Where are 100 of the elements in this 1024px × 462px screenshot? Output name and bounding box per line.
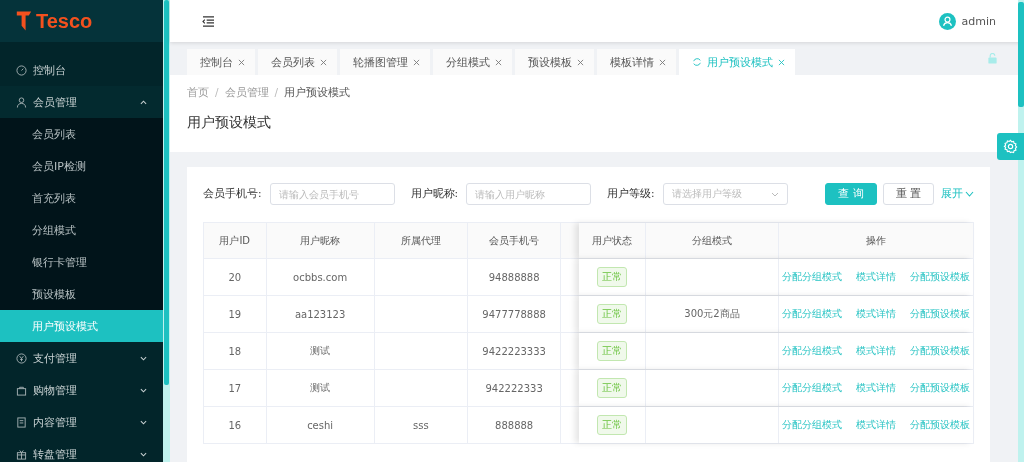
breadcrumb-item[interactable]: 首页 [187,86,209,100]
caret-icon [140,99,147,105]
gift-icon [16,448,27,460]
tab[interactable]: 控制台 [187,49,255,75]
table-cell: 20 [204,259,267,295]
tab[interactable]: 用户预设模式 [679,49,795,75]
action-link[interactable]: 分配分组模式 [782,381,842,395]
action-link[interactable]: 模式详情 [856,344,896,358]
column-header: 操作 [865,233,887,248]
tab[interactable]: 轮播图管理 [340,49,430,75]
action-link[interactable]: 分配分组模式 [782,344,842,358]
sidebar-item[interactable]: 会员管理 [0,86,163,118]
search-button[interactable]: 查 询 [825,183,877,205]
select-field[interactable]: 请选择用户等级 [662,183,788,205]
sidebar-subitem[interactable]: 用户预设模式 [0,310,163,342]
user-icon [16,96,27,108]
sidebar-item[interactable]: 内容管理 [0,406,163,438]
column-header: 用户ID [204,223,267,258]
table-cell: 测试 [266,333,375,369]
close-icon[interactable] [238,58,245,66]
close-icon[interactable] [413,58,420,66]
avatar-icon[interactable] [938,12,956,30]
sidebar-item[interactable]: 支付管理 [0,342,163,374]
action-link[interactable]: 模式详情 [856,307,896,321]
menu-fold-icon[interactable] [202,15,215,27]
gauge-icon [16,64,27,76]
table-cell: 17 [204,370,267,406]
sidebar-item[interactable]: 转盘管理 [0,438,163,462]
tab[interactable]: 模板详情 [597,49,676,75]
input-field[interactable]: 请输入会员手机号 [269,183,395,205]
yen-icon [16,352,27,364]
chevron-down-icon [965,191,974,197]
caret-icon [140,355,147,361]
page-title: 用户预设模式 [187,114,272,132]
table-cell: 19 [204,296,267,332]
table-cell: aa123123 [266,296,375,332]
status-tag: 正常 [597,304,627,324]
logo-icon [16,10,32,32]
caret-icon [140,419,147,425]
tab[interactable]: 预设模板 [515,49,594,75]
filter-label: 用户等级: [607,187,655,201]
close-icon[interactable] [778,58,785,66]
sidebar-subitem[interactable]: 会员IP检测 [0,150,163,182]
user-name[interactable]: admin [961,14,996,28]
breadcrumb-separator: / [215,86,219,100]
sidebar-item[interactable]: 控制台 [0,54,163,86]
reset-button[interactable]: 重 置 [882,183,934,205]
caret-icon [140,451,147,457]
action-link[interactable]: 分配预设模板 [910,344,970,358]
column-header: 分组模式 [646,223,779,258]
table-cell: 888888 [468,407,562,443]
sidebar-subitem[interactable]: 首充列表 [0,182,163,214]
status-tag: 正常 [597,341,627,361]
sidebar-item[interactable]: 购物管理 [0,374,163,406]
table-cell: 18 [204,333,267,369]
status-tag: 正常 [597,267,627,287]
column-header: 会员手机号 [468,223,562,258]
logo-text: Tesco [36,9,93,33]
refresh-icon[interactable] [692,57,702,67]
table-cell: 9422223333 [468,333,562,369]
action-link[interactable]: 分配预设模板 [910,307,970,321]
table-cell: 9477778888 [468,296,562,332]
action-link[interactable]: 分配分组模式 [782,418,842,432]
action-link[interactable]: 分配分组模式 [782,307,842,321]
sidebar-subitem[interactable]: 银行卡管理 [0,246,163,278]
action-link[interactable]: 模式详情 [856,418,896,432]
caret-icon [140,387,147,393]
close-icon[interactable] [495,58,502,66]
gear-icon [1003,139,1018,154]
table-cell: 测试 [266,370,375,406]
status-tag: 正常 [597,415,627,435]
breadcrumb-item: 用户预设模式 [284,86,351,100]
sidebar-subitem[interactable]: 会员列表 [0,118,163,150]
action-link[interactable]: 模式详情 [856,270,896,284]
close-icon[interactable] [577,58,584,66]
sidebar-subitem[interactable]: 分组模式 [0,214,163,246]
sidebar-subitem[interactable]: 预设模板 [0,278,163,310]
action-link[interactable]: 分配预设模板 [910,270,970,284]
filter-label: 用户昵称: [410,187,459,201]
table-cell: sss [413,419,429,431]
action-link[interactable]: 分配分组模式 [782,270,842,284]
column-header: 所属代理 [374,223,468,258]
bag-icon [16,384,27,396]
tab[interactable]: 会员列表 [258,49,337,75]
table-cell: ceshi [266,407,375,443]
table-cell: ocbbs.com [266,259,375,295]
column-header: 用户状态 [579,223,646,258]
table-cell: 300元2商品 [684,307,740,321]
column-header: 用户昵称 [266,223,375,258]
action-link[interactable]: 分配预设模板 [910,418,970,432]
tab[interactable]: 分组模式 [433,49,512,75]
table-cell: 942222333 [468,370,562,406]
settings-button[interactable] [997,133,1024,160]
action-link[interactable]: 分配预设模板 [910,381,970,395]
action-link[interactable]: 模式详情 [856,381,896,395]
filter-label: 会员手机号: [203,187,262,201]
close-icon[interactable] [320,58,327,66]
close-icon[interactable] [659,58,666,66]
breadcrumb-item[interactable]: 会员管理 [224,86,269,100]
expand-link[interactable]: 展开 [941,187,974,201]
